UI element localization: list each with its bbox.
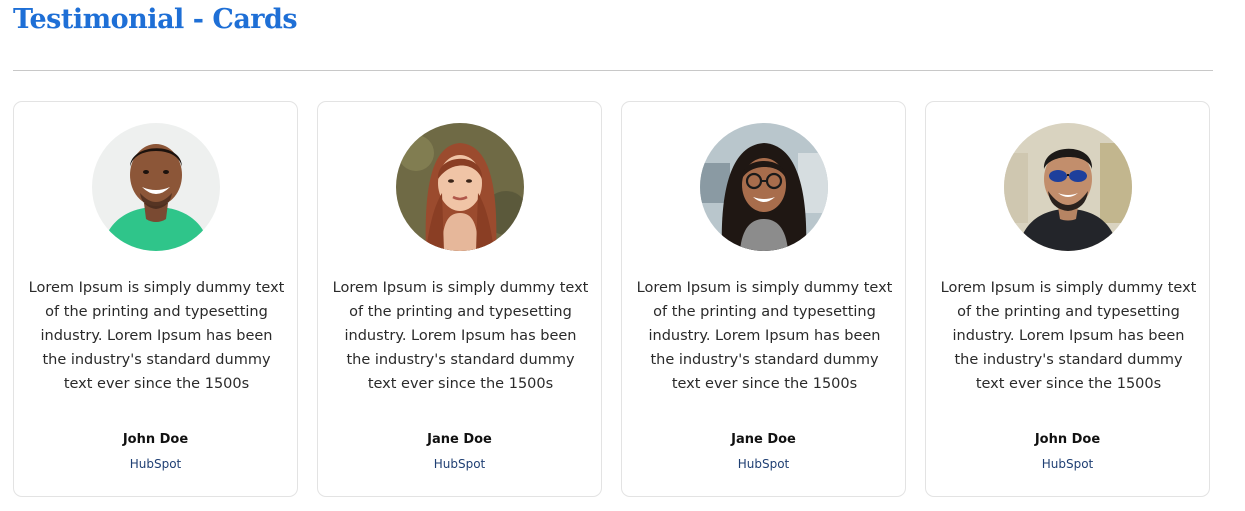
testimonial-text: Lorem Ipsum is simply dummy text of the … — [940, 280, 1197, 392]
avatar — [700, 123, 828, 251]
testimonial-card: Lorem Ipsum is simply dummy text of the … — [13, 101, 298, 497]
testimonial-card: Lorem Ipsum is simply dummy text of the … — [317, 101, 602, 497]
divider — [13, 70, 1213, 71]
testimonial-text: Lorem Ipsum is simply dummy text of the … — [332, 280, 589, 392]
testimonial-cards: Lorem Ipsum is simply dummy text of the … — [13, 101, 1214, 498]
woman-long-red-hair-portrait — [396, 123, 524, 251]
testimonial-card: Lorem Ipsum is simply dummy text of the … — [621, 101, 906, 497]
testimonial-card: Lorem Ipsum is simply dummy text of the … — [925, 101, 1210, 497]
man-sunglasses-portrait — [1004, 123, 1132, 251]
page-title: Testimonial - Cards — [13, 4, 298, 35]
avatar — [92, 123, 220, 251]
woman-glasses-portrait — [700, 123, 828, 251]
author-name: John Doe — [1034, 432, 1101, 447]
author-company: HubSpot — [1041, 457, 1094, 471]
avatar — [1004, 123, 1132, 251]
testimonial-text: Lorem Ipsum is simply dummy text of the … — [636, 280, 893, 392]
author-company: HubSpot — [433, 457, 486, 471]
author-company: HubSpot — [737, 457, 790, 471]
author-name: John Doe — [122, 432, 189, 447]
author-company: HubSpot — [129, 457, 182, 471]
author-name: Jane Doe — [731, 432, 796, 447]
testimonial-text: Lorem Ipsum is simply dummy text of the … — [28, 280, 285, 392]
author-name: Jane Doe — [427, 432, 492, 447]
man-green-shirt-portrait — [92, 123, 220, 251]
avatar — [396, 123, 524, 251]
